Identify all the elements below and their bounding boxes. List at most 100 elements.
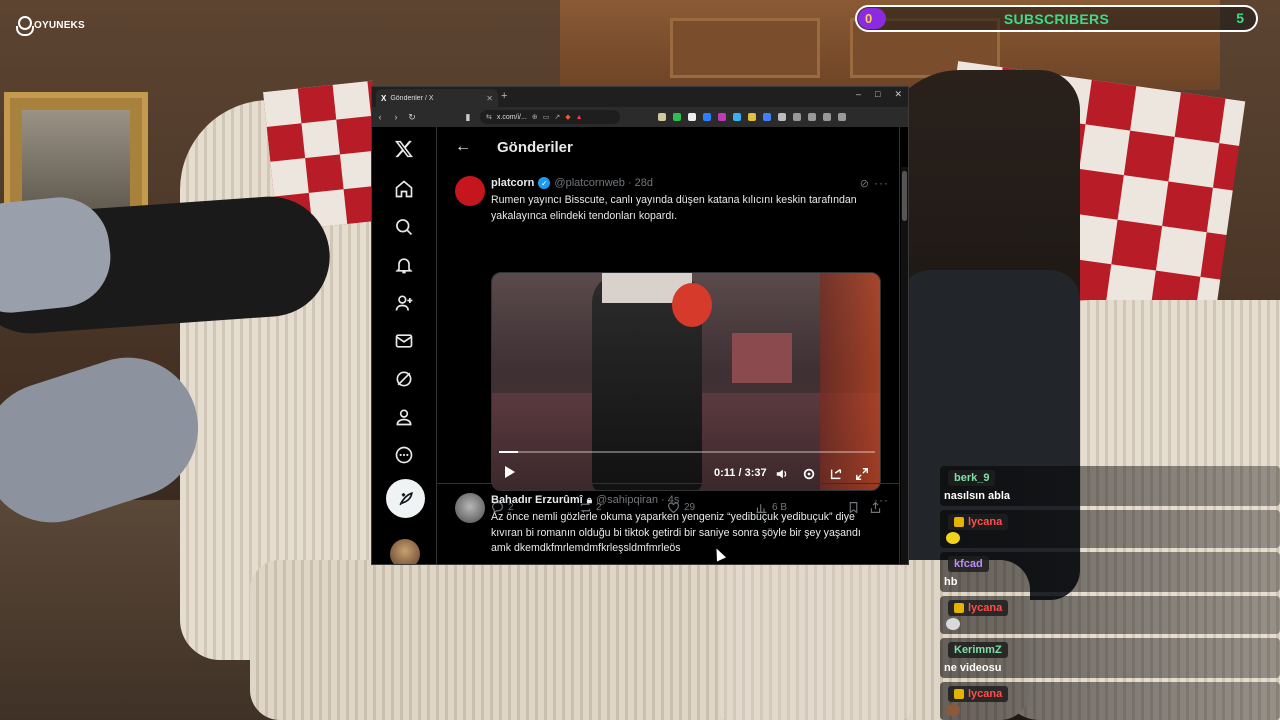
back-arrow-icon[interactable]: ‹ (376, 112, 384, 122)
chat-emote (946, 532, 960, 544)
scrollbar-thumb[interactable] (902, 171, 907, 221)
minimize-button[interactable]: – (856, 89, 861, 100)
grok-explain-icon[interactable]: ⊘ (860, 177, 869, 190)
music-icon[interactable] (793, 113, 801, 121)
profile-icon[interactable] (392, 405, 416, 429)
video-time: 0:11 / 3:37 (714, 467, 767, 479)
page-title: Gönderiler (497, 138, 573, 156)
avatar[interactable] (455, 493, 485, 523)
post-divider (437, 483, 899, 484)
brave-rewards-icon[interactable]: ▲ (576, 114, 583, 121)
zoom-icon[interactable]: ⊕ (532, 113, 538, 121)
stream-chat: berk_9 nasılsın abla lycana kfcad hb lyc… (940, 466, 1280, 720)
tab-close-icon[interactable]: ✕ (486, 94, 493, 103)
cast-icon[interactable]: ▭ (543, 113, 550, 121)
pip-icon[interactable] (828, 466, 844, 482)
chat-username: lycana (948, 686, 1009, 702)
extension-icon[interactable] (733, 113, 741, 121)
settings-icon[interactable] (801, 466, 817, 482)
subscriber-badge-icon (954, 689, 964, 699)
chat-username: KerimmZ (948, 642, 1008, 658)
more-options-icon[interactable]: ··· (874, 176, 889, 190)
back-arrow-icon[interactable]: ← (455, 138, 471, 156)
maximize-button[interactable]: □ (875, 89, 880, 100)
extension-icon[interactable] (718, 113, 726, 121)
site-info-icon[interactable]: ⇆ (486, 113, 492, 121)
post[interactable]: Bahadır Erzurûmî 🔒︎ @sahipqiran · 4s ···… (437, 487, 899, 564)
video-player[interactable]: 0:11 / 3:37 (491, 272, 881, 491)
x-sidebar (372, 127, 436, 564)
author-name[interactable]: platcorn (491, 177, 534, 189)
wallet-icon[interactable] (823, 113, 831, 121)
extension-icon[interactable] (688, 113, 696, 121)
chat-text: ne videosu (944, 662, 1002, 674)
browser-window: X Gönderiler / X ✕ + – □ ✕ ‹ › ↻ ▮ ⇆ x.c… (371, 86, 909, 565)
sofa-seat (250, 560, 1030, 720)
chat-username: lycana (948, 600, 1009, 616)
timeline: ← Gönderiler platcorn ✓ @platcornweb · 2… (436, 127, 900, 564)
share-icon[interactable]: ↗ (554, 113, 560, 121)
browser-tab[interactable]: X Gönderiler / X ✕ (376, 89, 498, 107)
tab-bar: X Gönderiler / X ✕ + – □ ✕ (372, 87, 908, 107)
extension-icon[interactable] (778, 113, 786, 121)
tab-title: Gönderiler / X (390, 94, 434, 102)
reload-icon[interactable]: ↻ (408, 112, 416, 123)
author-handle[interactable]: @sahipqiran · 4s (596, 494, 679, 506)
video-progress-fill (499, 451, 518, 453)
close-window-button[interactable]: ✕ (894, 89, 902, 100)
address-bar[interactable]: ⇆ x.com/i/... ⊕ ▭ ↗ ◆ ▲ (480, 110, 620, 124)
chat-username: berk_9 (948, 470, 996, 486)
post-text: Rumen yayıncı Bisscute, canlı yayında dü… (491, 194, 857, 222)
x-app: ← Gönderiler platcorn ✓ @platcornweb · 2… (372, 127, 908, 564)
logo-text: OYUNEKS (34, 19, 85, 31)
chat-text: hb (944, 576, 958, 588)
compose-post-button[interactable] (386, 479, 425, 518)
window-controls: – □ ✕ (856, 89, 902, 100)
extension-icon[interactable] (673, 113, 681, 121)
author-name[interactable]: Bahadır Erzurûmî (491, 494, 583, 506)
subscriber-badge-icon (954, 603, 964, 613)
logo-icon (16, 16, 34, 36)
browser-toolbar: ‹ › ↻ ▮ ⇆ x.com/i/... ⊕ ▭ ↗ ◆ ▲ (372, 107, 908, 127)
volume-icon[interactable] (774, 466, 790, 482)
more-options-icon[interactable]: ··· (874, 493, 889, 507)
scrollbar[interactable] (901, 167, 908, 564)
author-handle[interactable]: @platcornweb · 28d (554, 177, 653, 189)
new-tab-button[interactable]: + (501, 90, 507, 102)
avatar[interactable] (455, 176, 485, 206)
forward-arrow-icon[interactable]: › (392, 112, 400, 122)
more-icon[interactable] (392, 443, 416, 467)
lock-icon: 🔒︎ (586, 494, 593, 506)
timeline-header: ← Gönderiler (437, 127, 899, 167)
channel-logo: OYUNEKS (16, 16, 85, 36)
extension-icon[interactable] (763, 113, 771, 121)
account-avatar[interactable] (390, 539, 420, 564)
feather-icon (398, 491, 413, 505)
grok-icon[interactable] (392, 367, 416, 391)
extension-icon[interactable] (748, 113, 756, 121)
home-icon[interactable] (392, 177, 416, 201)
video-progress-bar[interactable] (499, 451, 875, 453)
x-logo-icon[interactable] (392, 137, 416, 161)
mail-icon[interactable] (392, 329, 416, 353)
add-user-icon[interactable] (392, 291, 416, 315)
subscriber-badge-icon (954, 517, 964, 527)
url-text: x.com/i/... (496, 113, 527, 121)
verified-badge-icon: ✓ (538, 177, 551, 189)
search-icon[interactable] (392, 215, 416, 239)
sidebar-icon[interactable] (808, 113, 816, 121)
brave-shield-icon[interactable]: ◆ (565, 113, 570, 121)
play-icon[interactable] (504, 465, 516, 479)
fullscreen-icon[interactable] (854, 466, 870, 482)
bookmark-icon[interactable]: ▮ (464, 112, 472, 123)
extension-icon[interactable] (703, 113, 711, 121)
x-favicon-icon: X (381, 93, 387, 103)
bell-icon[interactable] (392, 253, 416, 277)
chat-emote (946, 704, 960, 716)
menu-icon[interactable] (838, 113, 846, 121)
chat-text: nasılsın abla (944, 490, 1011, 502)
subscriber-label: SUBSCRIBERS (1003, 11, 1110, 27)
extension-icon[interactable] (658, 113, 666, 121)
post[interactable]: platcorn ✓ @platcornweb · 28d ⊘ ··· Rume… (437, 167, 899, 514)
subscriber-goal-bar: 0 SUBSCRIBERS 5 (855, 5, 1258, 32)
